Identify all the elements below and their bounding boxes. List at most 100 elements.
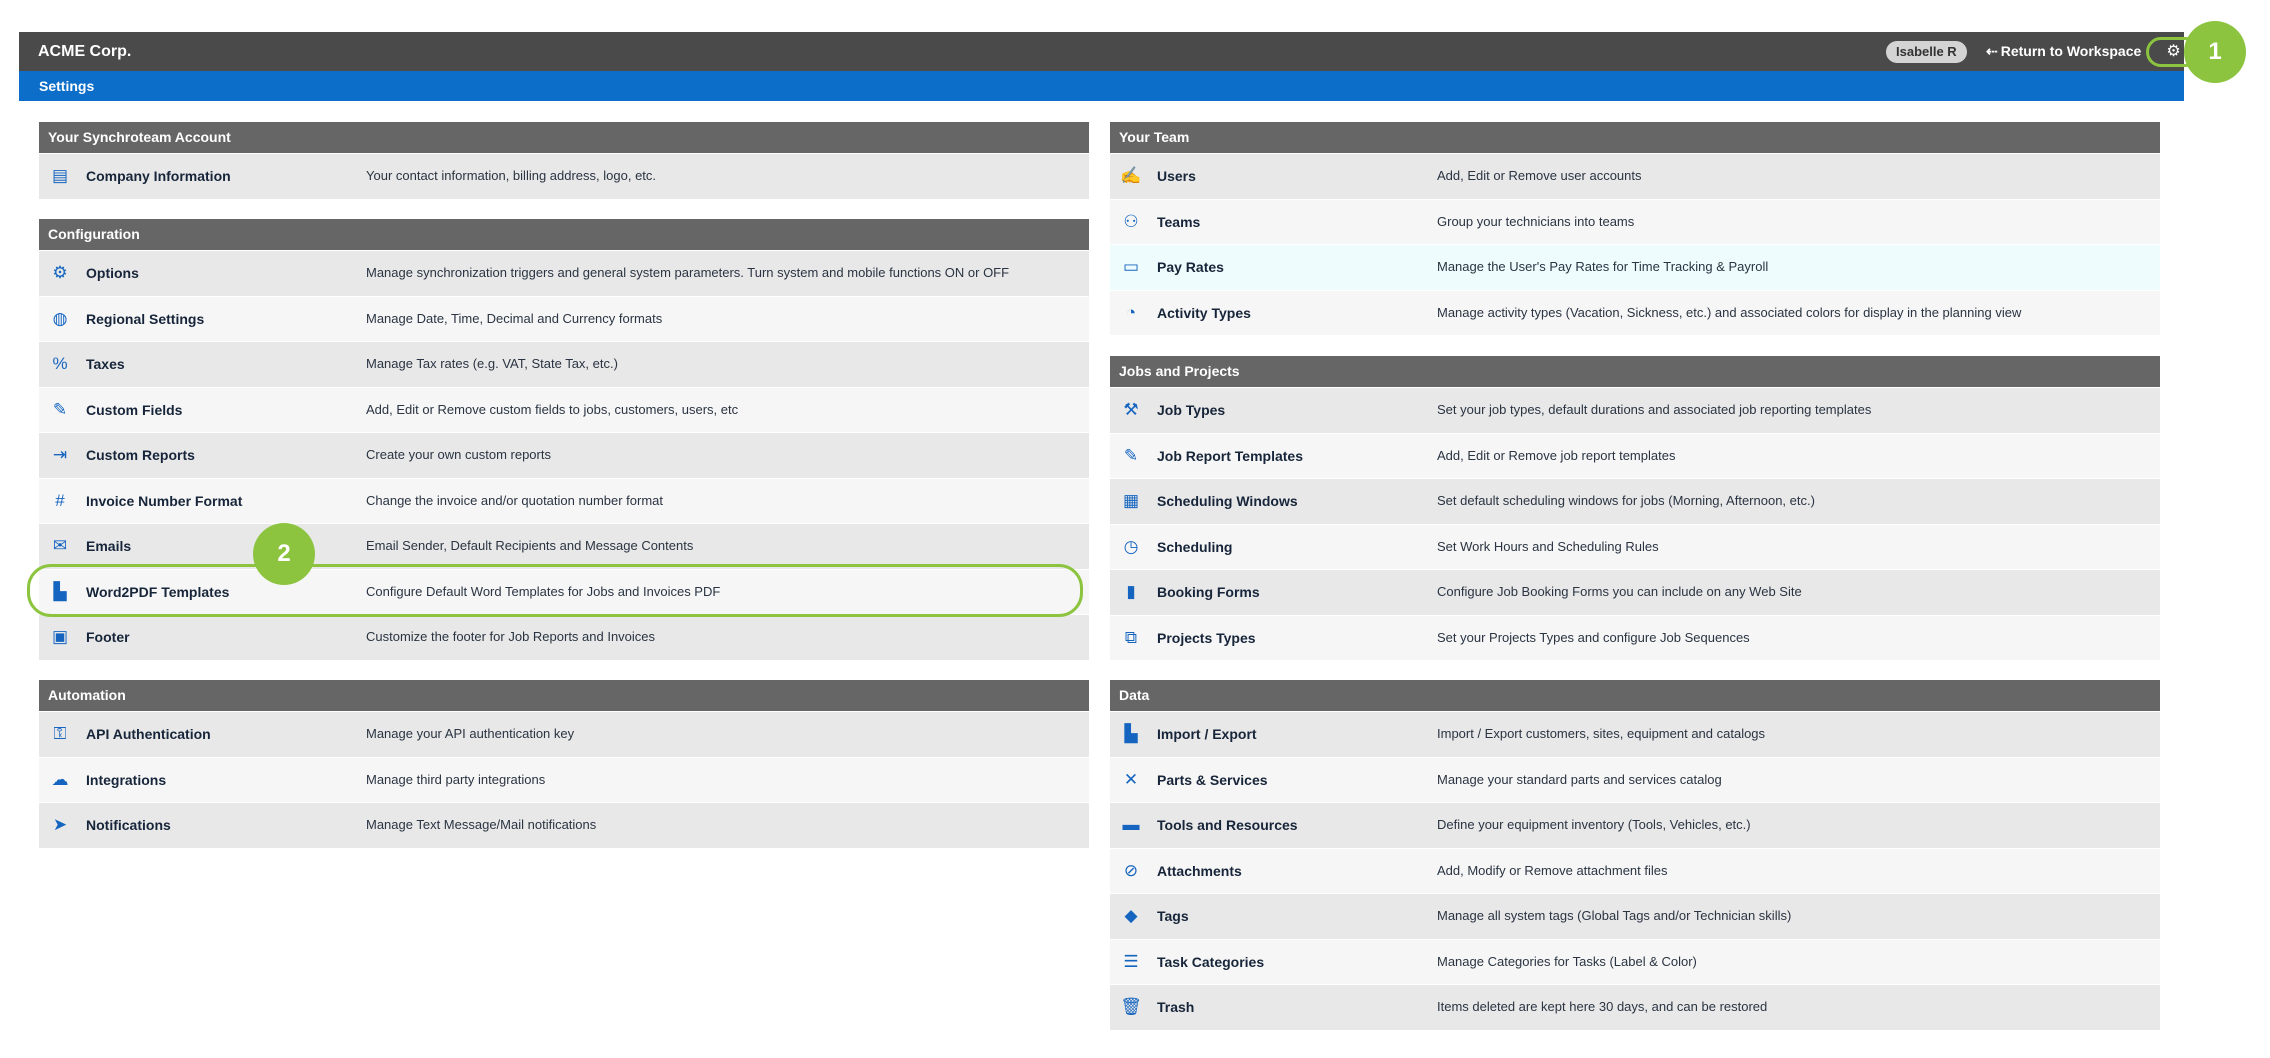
percent-icon: % — [52, 354, 68, 373]
user-edit-icon: ✍ — [1120, 166, 1142, 185]
settings-row-options[interactable]: ⚙ Options Manage synchronization triggers … — [39, 250, 1089, 296]
arrow-left-icon: ⇠ — [1986, 43, 1998, 59]
row-name: Teams — [1157, 213, 1201, 230]
row-description: Set Work Hours and Scheduling Rules — [1437, 538, 1659, 554]
settings-row-parts-services[interactable]: ✕ Parts & Services Manage your standard pa… — [1110, 756, 2160, 802]
settings-row-footer[interactable]: ▣ Footer Customize the footer for Job Repo… — [39, 614, 1089, 660]
row-description: Email Sender, Default Recipients and Mes… — [366, 538, 694, 553]
row-description: Manage third party integrations — [366, 771, 546, 787]
settings-row-taxes[interactable]: % Taxes Manage Tax rates (e.g. VAT, State … — [39, 341, 1089, 387]
row-description: Add, Modify or Remove attachment files — [1437, 862, 1668, 878]
settings-row-job-types[interactable]: ⚒ Job Types Set your job types, default du… — [1110, 387, 2160, 433]
row-name: Taxes — [86, 356, 125, 372]
id-card-icon: ▤ — [51, 166, 69, 185]
user-badge[interactable]: Isabelle R — [1886, 41, 1967, 63]
row-name: Regional Settings — [86, 310, 205, 327]
money-bill-icon: ▭ — [1122, 257, 1140, 276]
row-description: Manage the User's Pay Rates for Time Tra… — [1437, 259, 1769, 274]
brand-name[interactable]: ACME Corp. — [38, 32, 131, 71]
section-title: Data — [1110, 680, 2160, 711]
row-description: Create your own custom reports — [366, 447, 551, 462]
row-description: Import / Export customers, sites, equipm… — [1437, 726, 1766, 741]
section-title: Your Team — [1110, 122, 2160, 153]
row-description: Manage all system tags (Global Tags and/… — [1437, 908, 1792, 923]
settings-row-api-authentication[interactable]: ⚿ API Authentication Manage your API authe… — [39, 711, 1089, 757]
row-description: Change the invoice and/or quotation numb… — [366, 492, 664, 508]
key-icon: ⚿ — [53, 724, 67, 743]
page-title: Settings — [39, 78, 95, 94]
settings-row-activity-types[interactable]: ◔ Activity Types Manage activity types (Va… — [1110, 289, 2160, 335]
row-name: Job Types — [1157, 402, 1226, 418]
row-description: Add, Edit or Remove user accounts — [1437, 168, 1642, 183]
row-description: Configure Job Booking Forms you can incl… — [1437, 584, 1802, 599]
row-name: Footer — [86, 629, 130, 645]
row-description: Manage Text Message/Mail notifications — [366, 817, 597, 832]
section-jobs-and-projects: Jobs and Projects ⚒ Job Types Set your job… — [1110, 356, 2160, 660]
settings-row-scheduling[interactable]: ◷ Scheduling Set Work Hours and Scheduling… — [1110, 523, 2160, 569]
section-title: Your Synchroteam Account — [39, 122, 1089, 153]
settings-row-integrations[interactable]: ☁ Integrations Manage third party integrat… — [39, 756, 1089, 802]
settings-row-custom-reports[interactable]: ⇥ Custom Reports Create your own custom re… — [39, 432, 1089, 478]
settings-row-users[interactable]: ✍ Users Add, Edit or Remove user accounts — [1110, 153, 2160, 199]
user-clock-icon: ◔ — [1125, 302, 1137, 322]
settings-row-teams[interactable]: ⚇ Teams Group your technicians into teams — [1110, 198, 2160, 244]
settings-row-attachments[interactable]: ⊘ Attachments Add, Modify or Remove attach… — [1110, 847, 2160, 893]
settings-row-emails[interactable]: ✉ Emails Email Sender, Default Recipients … — [39, 523, 1089, 569]
row-name: Company Information — [86, 168, 231, 184]
word2pdf-highlight-outline — [27, 564, 1083, 617]
envelope-icon: ✉ — [52, 536, 68, 555]
file-signature-icon: ✎ — [1123, 445, 1139, 465]
settings-row-task-categories[interactable]: ☰ Task Categories Manage Categories for Ta… — [1110, 938, 2160, 984]
top-navbar: ACME Corp. Isabelle R ⇠ Return to Workspa… — [19, 32, 2201, 71]
clipboard-icon: ▮ — [1126, 582, 1136, 601]
tools-icon: ✕ — [1123, 769, 1139, 789]
row-description: Manage Tax rates (e.g. VAT, State Tax, e… — [366, 356, 618, 371]
settings-row-job-report-templates[interactable]: ✎ Job Report Templates Add, Edit or Remove… — [1110, 432, 2160, 478]
paperclip-icon: ⊘ — [1123, 860, 1139, 880]
section-title: Automation — [39, 680, 1089, 711]
row-name: Activity Types — [1157, 304, 1251, 321]
settings-row-scheduling-windows[interactable]: ▦ Scheduling Windows Set default schedulin… — [1110, 478, 2160, 524]
section-synchroteam-account: Your Synchroteam Account ▤ Company Inform… — [39, 122, 1089, 199]
row-name: Projects Types — [1157, 629, 1256, 646]
row-name: API Authentication — [86, 726, 211, 742]
settings-row-company-information[interactable]: ▤ Company Information Your contact informa… — [39, 153, 1089, 199]
cloud-icon: ☁ — [51, 769, 69, 789]
settings-row-import-export[interactable]: ▙ Import / Export Import / Export customer… — [1110, 711, 2160, 757]
row-description: Your contact information, billing addres… — [366, 168, 657, 183]
settings-row-notifications[interactable]: ➤ Notifications Manage Text Message/Mail n… — [39, 802, 1089, 848]
row-description: Manage Categories for Tasks (Label & Col… — [1437, 953, 1697, 969]
row-description: Items deleted are kept here 30 days, and… — [1437, 999, 1768, 1014]
row-name: Attachments — [1157, 862, 1242, 879]
settings-row-tags[interactable]: ◆ Tags Manage all system tags (Global Tags… — [1110, 893, 2160, 939]
footer-icon: ▣ — [51, 627, 69, 646]
row-name: Parts & Services — [1157, 771, 1268, 788]
settings-row-custom-fields[interactable]: ✎ Custom Fields Add, Edit or Remove custom… — [39, 386, 1089, 432]
settings-row-booking-forms[interactable]: ▮ Booking Forms Configure Job Booking Form… — [1110, 569, 2160, 615]
row-description: Set your job types, default durations an… — [1437, 402, 1872, 417]
row-description: Manage synchronization triggers and gene… — [366, 265, 1010, 280]
row-name: Pay Rates — [1157, 259, 1224, 275]
row-name: Booking Forms — [1157, 584, 1260, 600]
row-description: Set your Projects Types and configure Jo… — [1437, 629, 1750, 645]
settings-row-tools-resources[interactable]: ▬ Tools and Resources Define your equipmen… — [1110, 802, 2160, 848]
settings-row-invoice-number-format[interactable]: # Invoice Number Format Change the invoice… — [39, 477, 1089, 523]
csv-file-icon: ▙ — [1124, 724, 1138, 743]
settings-row-trash[interactable]: 🗑 Trash Items deleted are kept here 30 day… — [1110, 984, 2160, 1030]
row-description: Set default scheduling windows for jobs … — [1437, 493, 1815, 508]
row-name: Invoice Number Format — [86, 492, 243, 509]
gear-icon: ⚙ — [52, 263, 68, 282]
settings-row-pay-rates[interactable]: ▭ Pay Rates Manage the User's Pay Rates fo… — [1110, 244, 2160, 290]
row-name: Custom Reports — [86, 447, 195, 463]
globe-icon: ◍ — [52, 308, 68, 328]
row-name: Tools and Resources — [1157, 817, 1298, 833]
settings-row-regional-settings[interactable]: ◍ Regional Settings Manage Date, Time, Dec… — [39, 295, 1089, 341]
row-name: Custom Fields — [86, 401, 183, 418]
toolbox-icon: ▬ — [1122, 815, 1140, 834]
settings-row-projects-types[interactable]: ⧉ Projects Types Set your Projects Types a… — [1110, 614, 2160, 660]
row-description: Manage your API authentication key — [366, 726, 575, 741]
row-name: Notifications — [86, 817, 171, 833]
edit-icon: ✎ — [52, 399, 68, 419]
row-name: Tags — [1157, 908, 1189, 924]
return-to-workspace-link[interactable]: ⇠ Return to Workspace — [1986, 32, 2141, 71]
